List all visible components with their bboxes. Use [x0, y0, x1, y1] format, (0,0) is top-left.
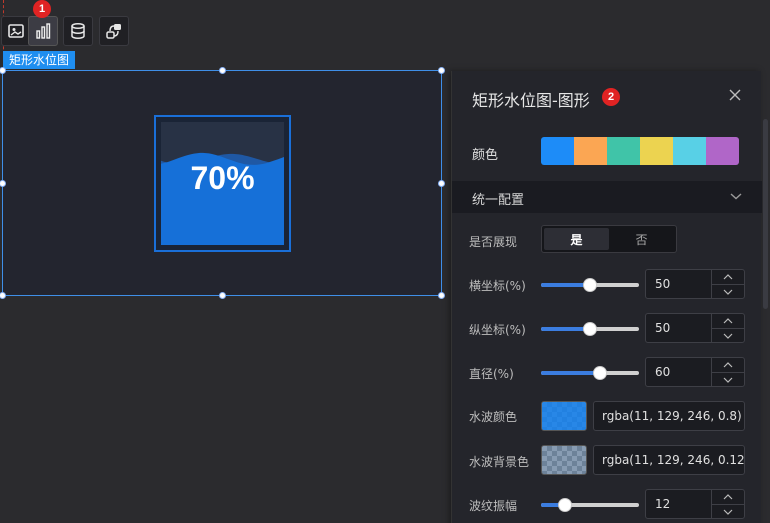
image-icon [8, 24, 24, 38]
annotation-marker-1: 1 [33, 0, 51, 18]
palette-swatch-1[interactable] [541, 137, 574, 165]
diameter-input[interactable]: 60 [645, 357, 745, 387]
x-coordinate-input[interactable]: 50 [645, 269, 745, 299]
chevron-down-icon [730, 193, 742, 200]
chevron-up-icon [723, 494, 733, 500]
show-yes-option[interactable]: 是 [544, 228, 609, 250]
chevron-down-icon [723, 333, 733, 339]
interaction-button[interactable] [99, 16, 129, 46]
section-unified-config[interactable]: 统一配置 [452, 181, 762, 213]
chevron-down-icon [723, 289, 733, 295]
palette-swatch-6[interactable] [706, 137, 739, 165]
increment-button[interactable] [712, 358, 744, 372]
decrement-button[interactable] [712, 372, 744, 386]
amplitude-input[interactable]: 12 [645, 489, 745, 519]
chevron-down-icon [723, 377, 733, 383]
bar-chart-icon [36, 23, 51, 39]
increment-button[interactable] [712, 490, 744, 504]
interaction-icon [106, 24, 121, 39]
y-coordinate-input[interactable]: 50 [645, 313, 745, 343]
section-title: 统一配置 [472, 193, 525, 208]
chevron-up-icon [723, 318, 733, 324]
y-coordinate-slider[interactable] [541, 322, 639, 336]
wave-color-swatch[interactable] [541, 401, 587, 431]
increment-button[interactable] [712, 270, 744, 284]
water-level-value: 70% [190, 160, 255, 196]
image-button[interactable] [1, 16, 31, 46]
decrement-button[interactable] [712, 328, 744, 342]
palette-swatch-4[interactable] [640, 137, 673, 165]
decrement-button[interactable] [712, 504, 744, 518]
resize-handle-right[interactable] [438, 180, 445, 187]
properties-panel: 矩形水位图-图形 2 颜色 统一配置 是否展现 是 否 横坐标(%) 50 纵坐… [451, 71, 768, 523]
chevron-down-icon [723, 509, 733, 515]
color-label: 颜色 [472, 148, 499, 163]
panel-scrollbar[interactable] [763, 119, 768, 309]
slider-knob[interactable] [558, 498, 572, 512]
resize-handle-bottom-left[interactable] [0, 292, 6, 299]
increment-button[interactable] [712, 314, 744, 328]
resize-handle-top[interactable] [219, 67, 226, 74]
show-label: 是否展现 [469, 235, 518, 249]
component-name-tag: 矩形水位图 [3, 51, 76, 69]
resize-handle-bottom-right[interactable] [438, 292, 445, 299]
close-icon[interactable] [729, 89, 741, 101]
wave-color-input[interactable]: rgba(11, 129, 246, 0.8) [593, 401, 745, 431]
slider-knob[interactable] [593, 366, 607, 380]
chevron-up-icon [723, 274, 733, 280]
database-icon [71, 22, 85, 40]
decrement-button[interactable] [712, 284, 744, 298]
chevron-up-icon [723, 362, 733, 368]
slider-knob[interactable] [583, 322, 597, 336]
database-button[interactable] [63, 16, 93, 46]
palette-swatch-3[interactable] [607, 137, 640, 165]
wave-bg-color-input[interactable]: rgba(11, 129, 246, 0.12 [593, 445, 745, 475]
wave-bg-color-label: 水波背景色 [469, 455, 530, 469]
palette-swatch-5[interactable] [673, 137, 706, 165]
diameter-label: 直径(%) [469, 367, 514, 381]
annotation-marker-2: 2 [602, 88, 620, 106]
wave-color-label: 水波颜色 [469, 410, 518, 424]
panel-title: 矩形水位图-图形 [472, 91, 590, 110]
x-coordinate-slider[interactable] [541, 278, 639, 292]
amplitude-label: 波纹振幅 [469, 499, 518, 513]
show-toggle: 是 否 [541, 225, 677, 253]
slider-knob[interactable] [583, 278, 597, 292]
y-coordinate-label: 纵坐标(%) [469, 323, 526, 337]
show-no-option[interactable]: 否 [609, 228, 674, 250]
palette-swatch-2[interactable] [574, 137, 607, 165]
editor-stage: 1 矩形水位图 70% 矩形水位图-图形 2 颜色 统一配置 是否展现 是 否 … [0, 0, 770, 523]
diameter-slider[interactable] [541, 366, 639, 380]
x-coordinate-label: 横坐标(%) [469, 279, 526, 293]
resize-handle-bottom[interactable] [219, 292, 226, 299]
chart-button[interactable] [28, 16, 58, 46]
amplitude-slider[interactable] [541, 498, 639, 512]
wave-bg-color-swatch[interactable] [541, 445, 587, 475]
color-palette[interactable] [541, 137, 739, 165]
resize-handle-top-right[interactable] [438, 67, 445, 74]
